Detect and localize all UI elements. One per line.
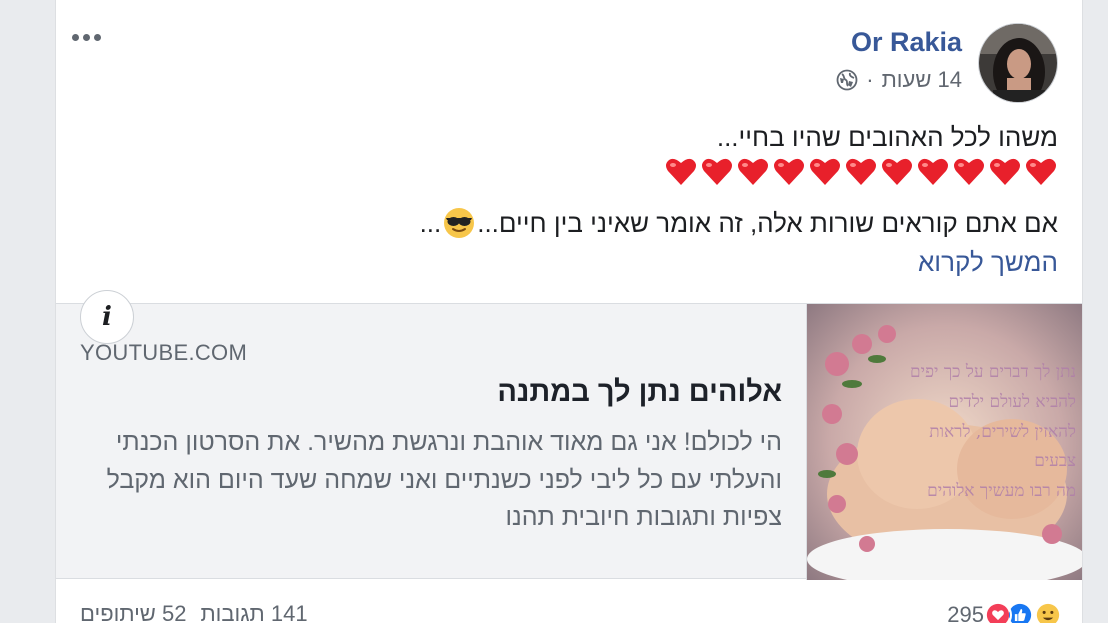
comments-count[interactable]: 141 תגובות [200, 601, 307, 623]
red-heart-emoji-icon [954, 158, 984, 185]
link-domain: YOUTUBE.COM [80, 340, 248, 365]
reactions-summary[interactable]: 295 [947, 601, 1062, 623]
thumbnail-caption-line: צבעים [1034, 451, 1076, 472]
thumbnail-caption-line: מה רבו מעשיך אלוהים [927, 481, 1076, 501]
see-more-link[interactable]: המשך לקרוא [918, 247, 1058, 278]
link-description: הי לכולם! אני גם מאוד אוהבת ונרגשת מהשיר… [106, 428, 782, 531]
meta-separator: · [866, 67, 874, 92]
post-card: Or Rakia 14 שעות · משהו לכל האהובים שהיו… [55, 0, 1083, 623]
red-heart-emoji-icon [810, 158, 840, 185]
post-text-line2-suffix: ... [419, 207, 442, 238]
avatar[interactable] [978, 23, 1058, 103]
info-icon[interactable]: i [80, 290, 134, 344]
red-heart-emoji-icon [1026, 158, 1056, 185]
link-preview[interactable]: נתן לך דברים על כך יפים להביא לעולם ילדים… [56, 290, 1082, 580]
red-heart-emoji-icon [702, 158, 732, 185]
red-heart-emoji-icon [990, 158, 1020, 185]
hearts-row [664, 155, 1058, 189]
reaction-count: 295 [947, 602, 984, 623]
thumbnail-caption-line: נתן לך דברים על כך יפים [910, 362, 1076, 382]
haha-reaction-icon [1034, 601, 1062, 623]
thumbnail-caption-line: להביא לעולם ילדים [948, 391, 1076, 412]
red-heart-emoji-icon [882, 158, 912, 185]
more-options-icon[interactable] [72, 27, 112, 47]
red-heart-emoji-icon [918, 158, 948, 185]
globe-icon[interactable] [836, 69, 858, 91]
red-heart-emoji-icon [738, 158, 768, 185]
thumbnail-caption-line: להאזין לשירים, לראות [929, 421, 1076, 442]
thumbnail-caption: נתן לך דברים על כך יפים להביא לעולם ילדים… [816, 358, 1076, 507]
author-name[interactable]: Or Rakia [851, 27, 962, 58]
post-meta: 14 שעות · [836, 67, 962, 93]
link-title[interactable]: אלוהים נתן לך במתנה [82, 376, 782, 409]
red-heart-emoji-icon [666, 158, 696, 185]
red-heart-emoji-icon [774, 158, 804, 185]
love-reaction-icon [984, 601, 1012, 623]
post-text-line2: אם אתם קוראים שורות אלה, זה אומר שאיני ב… [78, 207, 1058, 239]
post-text-line1: משהו לכל האהובים שהיו בחיי... [716, 122, 1058, 152]
red-heart-emoji-icon [846, 158, 876, 185]
link-thumbnail[interactable]: נתן לך דברים על כך יפים להביא לעולם ילדים… [806, 304, 1082, 580]
shares-count[interactable]: 52 שיתופים [80, 601, 186, 623]
post-text-line2-prefix: אם אתם קוראים שורות אלה, זה אומר שאיני ב… [477, 207, 1058, 238]
sunglasses-emoji-icon [444, 208, 475, 238]
post-footer: 295 141 תגובות 52 שיתופים [56, 593, 1082, 623]
post-time[interactable]: 14 שעות [882, 67, 962, 93]
engagement-counts: 141 תגובות 52 שיתופים [80, 601, 308, 623]
